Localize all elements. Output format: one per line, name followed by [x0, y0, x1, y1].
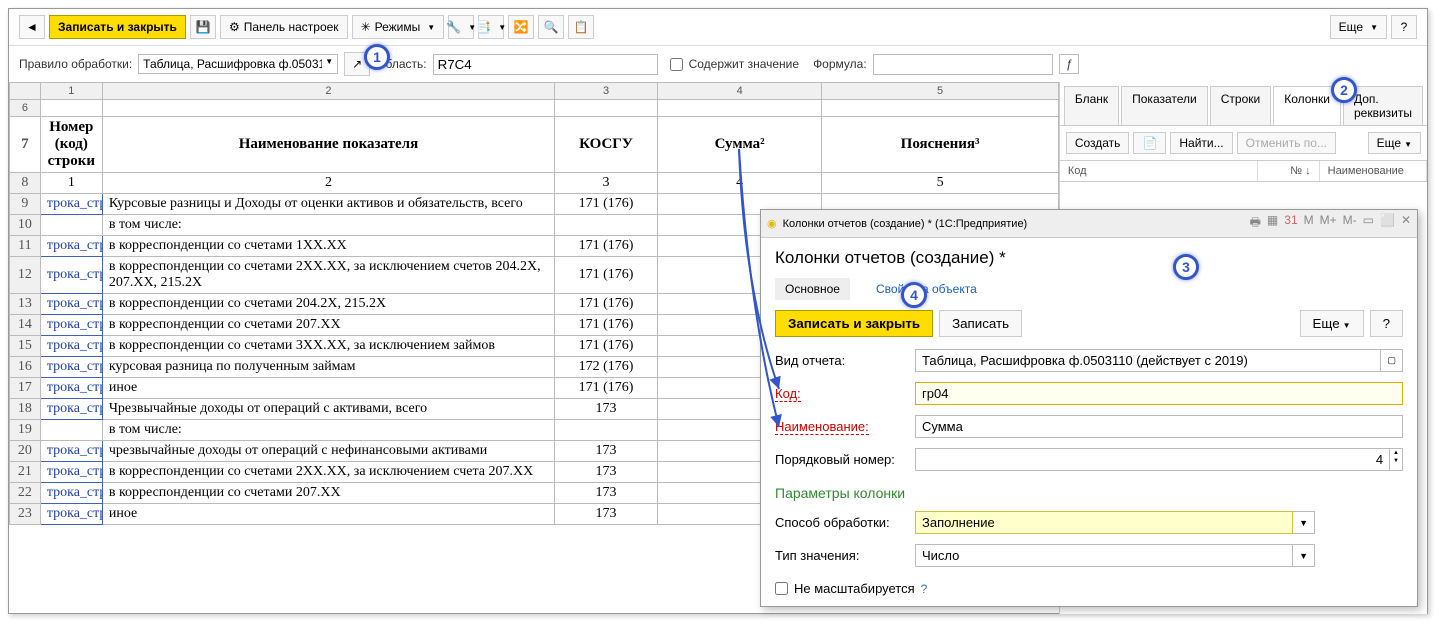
report-type-field[interactable]: [915, 349, 1381, 372]
lbl-report-type: Вид отчета:: [775, 353, 905, 368]
copy-button[interactable]: 📄: [1133, 132, 1166, 154]
dlg-more-button[interactable]: Еще▼: [1300, 310, 1364, 337]
more-button[interactable]: Еще▼: [1330, 15, 1387, 39]
tool-btn-3[interactable]: 🔀: [508, 15, 534, 39]
type-field[interactable]: [915, 544, 1293, 567]
noscale-checkbox[interactable]: [775, 582, 788, 595]
callout-2: 2: [1331, 77, 1357, 103]
find-button[interactable]: Найти...: [1170, 132, 1232, 154]
m-icon[interactable]: M: [1304, 213, 1314, 234]
contains-value-checkbox[interactable]: [670, 58, 683, 71]
dlg-save-button[interactable]: Записать: [939, 310, 1022, 337]
rule-combo[interactable]: Таблица, Расшифровка ф.0503110 (де▼: [138, 54, 338, 74]
tool-btn-4[interactable]: 🔍: [538, 15, 564, 39]
gear-icon: ⚙: [229, 20, 240, 34]
tool-btn-2[interactable]: 📑▼: [478, 15, 504, 39]
modes-button[interactable]: ✳Режимы▼: [352, 15, 445, 39]
print-icon[interactable]: 🖶: [1250, 213, 1261, 234]
create-button[interactable]: Создать: [1066, 132, 1130, 154]
side-more-button[interactable]: Еще▼: [1368, 132, 1421, 154]
side-tabs: БланкПоказателиСтрокиКолонкиДоп. реквизи…: [1060, 82, 1427, 126]
nav-left-button[interactable]: ◄: [19, 15, 45, 39]
maximize-icon[interactable]: ⬜: [1380, 213, 1395, 234]
contains-value-label: Содержит значение: [689, 57, 799, 71]
method-dd[interactable]: ▼: [1293, 511, 1315, 534]
dialog-titlebar[interactable]: ◉ Колонки отчетов (создание) * (1С:Предп…: [761, 210, 1417, 238]
save-icon-button[interactable]: 💾: [190, 15, 216, 39]
lbl-name: Наименование:: [775, 419, 905, 434]
rule-bar: Правило обработки: Таблица, Расшифровка …: [9, 46, 1427, 82]
m-minus-icon[interactable]: M-: [1343, 213, 1357, 234]
side-tab-0[interactable]: Бланк: [1064, 86, 1119, 125]
formula-label: Формула:: [813, 57, 867, 71]
name-field[interactable]: [915, 415, 1403, 438]
report-type-open[interactable]: ▢: [1381, 349, 1403, 372]
tool-btn-1[interactable]: 🔧▼: [448, 15, 474, 39]
noscale-help[interactable]: ?: [921, 582, 928, 596]
app-icon: ◉: [767, 217, 777, 230]
area-input[interactable]: [433, 54, 658, 75]
settings-panel-button[interactable]: ⚙Панель настроек: [220, 15, 348, 39]
lbl-order: Порядковый номер:: [775, 452, 905, 467]
lbl-type: Тип значения:: [775, 548, 905, 563]
tool-btn-5[interactable]: 📋: [568, 15, 594, 39]
spin-down[interactable]: ▼: [1390, 457, 1402, 465]
close-icon[interactable]: ✕: [1401, 213, 1411, 234]
dialog-window-title: Колонки отчетов (создание) * (1С:Предпри…: [783, 218, 1028, 230]
col-name-hdr[interactable]: Наименование: [1320, 161, 1427, 181]
code-field[interactable]: [915, 382, 1403, 405]
side-tab-2[interactable]: Строки: [1210, 86, 1271, 125]
callout-4: 4: [901, 282, 927, 308]
calc-icon[interactable]: ▦: [1267, 213, 1278, 234]
tab-main[interactable]: Основное: [775, 278, 850, 300]
minimize-icon[interactable]: ▭: [1363, 213, 1374, 234]
method-field[interactable]: [915, 511, 1293, 534]
dlg-help-button[interactable]: ?: [1370, 310, 1403, 337]
order-field[interactable]: [915, 448, 1390, 471]
side-tab-1[interactable]: Показатели: [1121, 86, 1208, 125]
m-plus-icon[interactable]: M+: [1320, 213, 1337, 234]
cancel-search-button[interactable]: Отменить по...: [1237, 132, 1336, 154]
rule-label: Правило обработки:: [19, 57, 132, 71]
modes-icon: ✳: [361, 20, 371, 34]
main-toolbar: ◄ Записать и закрыть 💾 ⚙Панель настроек …: [9, 9, 1427, 46]
formula-input[interactable]: [873, 54, 1053, 75]
col-num[interactable]: № ↓: [1258, 161, 1320, 181]
dlg-save-close-button[interactable]: Записать и закрыть: [775, 310, 933, 337]
lbl-method: Способ обработки:: [775, 515, 905, 530]
help-button[interactable]: ?: [1391, 15, 1417, 39]
spin-up[interactable]: ▲: [1390, 449, 1402, 457]
callout-3: 3: [1173, 254, 1199, 280]
callout-1: 1: [364, 44, 390, 70]
fx-button[interactable]: ƒ: [1059, 54, 1080, 74]
dialog-title: Колонки отчетов (создание) *: [775, 248, 1403, 268]
col-code[interactable]: Код: [1060, 161, 1258, 181]
type-dd[interactable]: ▼: [1293, 544, 1315, 567]
save-close-button[interactable]: Записать и закрыть: [49, 15, 186, 39]
section-params: Параметры колонки: [775, 485, 1403, 501]
calendar-icon[interactable]: 31: [1284, 213, 1297, 234]
column-dialog: ◉ Колонки отчетов (создание) * (1С:Предп…: [760, 209, 1418, 607]
noscale-label: Не масштабируется: [794, 581, 915, 596]
lbl-code: Код:: [775, 386, 905, 401]
